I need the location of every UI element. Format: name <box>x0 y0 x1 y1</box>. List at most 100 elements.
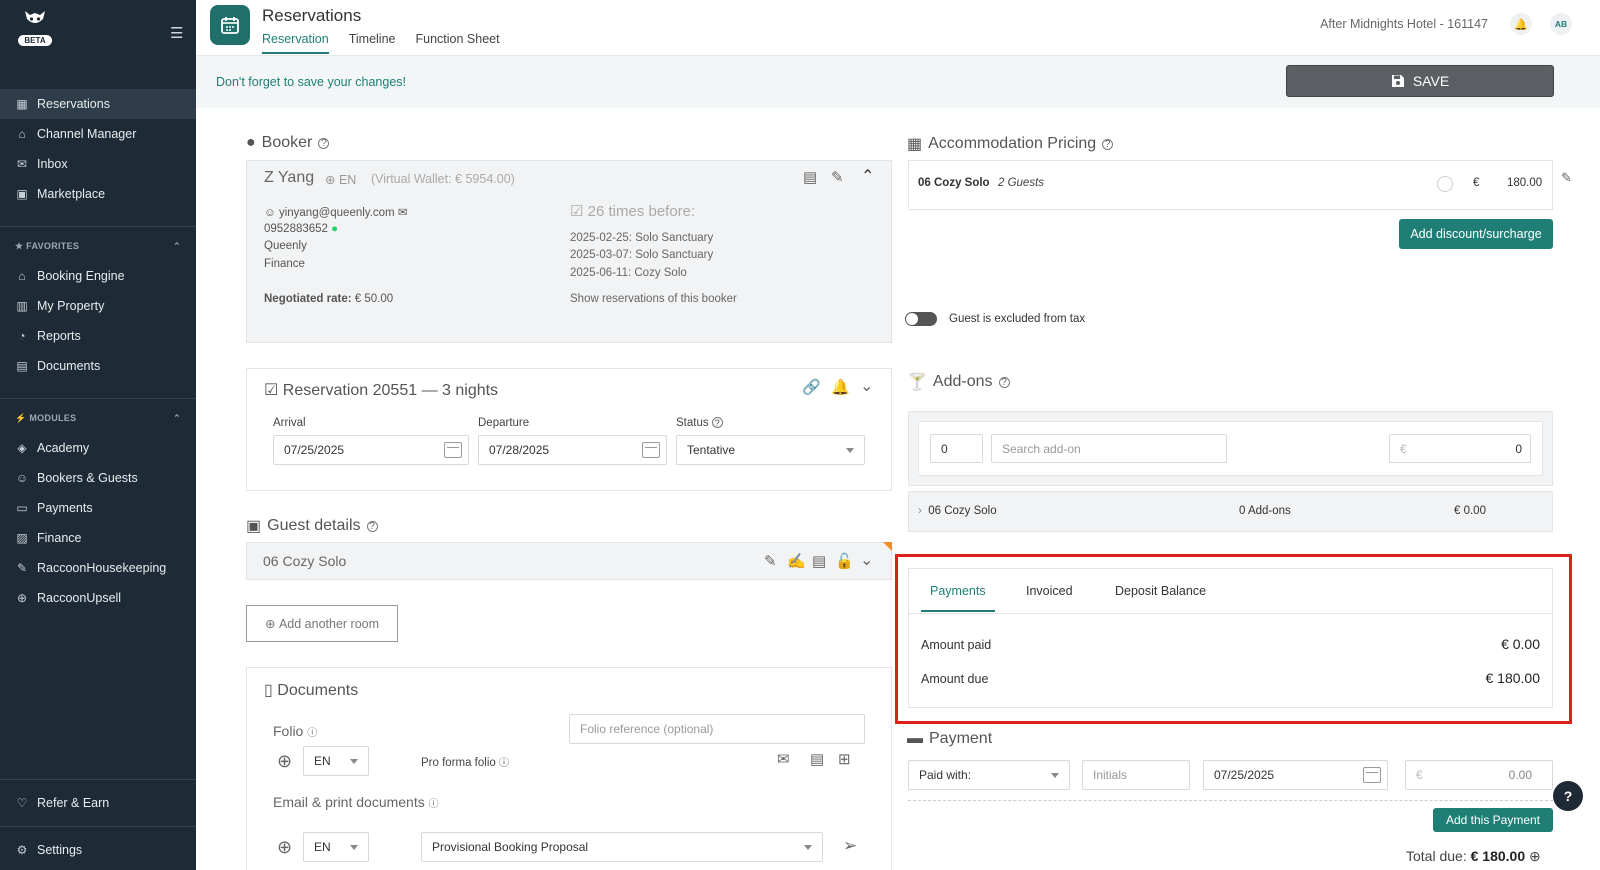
departure-date-input[interactable]: 07/28/2025 <box>478 435 667 465</box>
payment-date-value: 07/25/2025 <box>1214 768 1275 782</box>
chevron-up-icon: ⌃ <box>173 413 181 423</box>
sidebar-item-label: Booking Engine <box>37 269 125 283</box>
payment-title: Payment <box>929 730 993 747</box>
help-icon[interactable]: ⓘ <box>429 799 439 810</box>
sidebar-item-academy[interactable]: ◈ Academy <box>0 433 196 463</box>
addon-price-input[interactable]: €0 <box>1389 434 1531 463</box>
folio-language-select[interactable]: EN <box>303 746 369 776</box>
email-language-select[interactable]: EN <box>303 832 369 862</box>
raccoon-logo[interactable]: BETA <box>14 10 56 46</box>
bell-icon[interactable]: 🔔 <box>1510 13 1532 35</box>
payment-date-input[interactable]: 07/25/2025 <box>1203 760 1388 790</box>
history-item[interactable]: 2025-06-11: Cozy Solo <box>570 267 687 279</box>
booker-phone: 0952883652 <box>264 223 328 235</box>
help-icon[interactable]: ? <box>1102 138 1114 150</box>
sidebar-item-my-property[interactable]: ▥ My Property <box>0 291 196 321</box>
highlight-box <box>895 554 1572 724</box>
tab-reservation[interactable]: Reservation <box>262 32 329 54</box>
help-icon[interactable]: ? <box>318 137 330 149</box>
modules-section-header[interactable]: ⚡ MODULES ⌃ <box>15 413 181 424</box>
menu-icon[interactable]: ☰ <box>170 24 183 42</box>
addons-summary-row[interactable]: › 06 Cozy Solo 0 Add-ons € 0.00 <box>908 491 1553 532</box>
clipboard-icon[interactable]: ▤ <box>812 552 826 570</box>
link-icon[interactable]: 🔗 <box>802 378 821 396</box>
document-template-select[interactable]: Provisional Booking Proposal <box>421 832 823 862</box>
help-icon[interactable]: ? <box>366 520 378 532</box>
folio-reference-input[interactable]: Folio reference (optional) <box>569 714 865 744</box>
sidebar-item-housekeeping[interactable]: ✎ RaccoonHousekeeping <box>0 553 196 583</box>
sidebar-item-bookers-guests[interactable]: ☺ Bookers & Guests <box>0 463 196 493</box>
sidebar-item-payments[interactable]: ▭ Payments <box>0 493 196 523</box>
calendar-icon[interactable] <box>444 442 462 458</box>
help-icon[interactable]: ⓘ <box>499 758 509 769</box>
sidebar-item-reports[interactable]: ◔ Reports <box>0 321 196 351</box>
chevron-down-icon[interactable]: ⌄ <box>860 550 873 570</box>
sidebar-item-settings[interactable]: ⚙ Settings <box>0 835 196 865</box>
help-icon[interactable]: ⓘ <box>307 728 317 739</box>
arrival-date-input[interactable]: 07/25/2025 <box>273 435 469 465</box>
pencil-icon[interactable]: ✎ <box>764 552 777 570</box>
search-addon-input[interactable]: Search add-on <box>991 434 1227 463</box>
send-icon[interactable]: ➢ <box>843 836 857 856</box>
history-item[interactable]: 2025-02-25: Solo Sanctuary <box>570 232 713 244</box>
mail-icon[interactable]: ✉ <box>398 207 408 219</box>
booker-name[interactable]: Z Yang <box>264 169 314 187</box>
help-icon[interactable]: ? <box>998 376 1010 388</box>
calendar-icon[interactable] <box>642 442 660 458</box>
sidebar-item-refer-earn[interactable]: ♡ Refer & Earn <box>0 788 196 818</box>
tab-timeline[interactable]: Timeline <box>349 32 396 54</box>
sidebar-item-documents[interactable]: ▤ Documents <box>0 351 196 381</box>
status-value: Tentative <box>687 443 736 457</box>
help-icon[interactable]: ? <box>711 417 723 428</box>
payment-amount-input[interactable]: €0.00 <box>1405 760 1553 790</box>
paid-with-select[interactable]: Paid with: <box>908 760 1070 790</box>
sidebar-item-booking-engine[interactable]: ⌂ Booking Engine <box>0 261 196 291</box>
floppy-icon <box>1391 75 1404 87</box>
file-plus-icon[interactable]: ⊞ <box>838 750 851 768</box>
sidebar-item-marketplace[interactable]: ▣ Marketplace <box>0 179 196 209</box>
exclude-tax-toggle[interactable] <box>905 312 937 326</box>
help-button[interactable]: ? <box>1553 781 1583 811</box>
sidebar-item-reservations[interactable]: ▦ Reservations <box>0 89 196 119</box>
arrow-up-circle-icon[interactable]: ⊕ <box>1529 848 1541 864</box>
pricing-amount[interactable]: 180.00 <box>1507 177 1542 189</box>
history-item[interactable]: 2025-03-07: Solo Sanctuary <box>570 249 713 261</box>
add-payment-button[interactable]: Add this Payment <box>1433 808 1553 832</box>
initials-input[interactable]: Initials <box>1082 760 1190 790</box>
avatar[interactable]: AB <box>1550 13 1572 35</box>
add-discount-surcharge-button[interactable]: Add discount/surcharge <box>1399 219 1553 249</box>
file-text-icon[interactable]: ▤ <box>810 750 824 768</box>
addon-price-value: 0 <box>1515 441 1522 456</box>
chevron-down-icon <box>1051 773 1059 778</box>
sidebar-item-finance[interactable]: ▨ Finance <box>0 523 196 553</box>
booking-engine-icon: ⌂ <box>18 269 26 283</box>
edit-note-icon[interactable]: ✍ <box>787 552 806 570</box>
bell-icon[interactable]: 🔔 <box>831 378 850 396</box>
unlock-icon[interactable]: 🔓 <box>835 552 854 570</box>
status-select[interactable]: Tentative <box>676 435 865 465</box>
show-reservations-link[interactable]: Show reservations of this booker <box>570 293 737 305</box>
whatsapp-icon[interactable]: ● <box>331 223 338 235</box>
add-another-room-button[interactable]: ⊕ Add another room <box>246 605 398 642</box>
sidebar-item-upsell[interactable]: ⊕ RaccoonUpsell <box>0 583 196 613</box>
payment-section-title: ▬ Payment <box>907 730 992 748</box>
booker-email[interactable]: yinyang@queenly.com <box>279 207 395 219</box>
envelope-icon[interactable]: ✉ <box>777 750 790 768</box>
document-icon[interactable]: ▤ <box>803 168 817 186</box>
reservation-nights: 3 nights <box>442 382 499 399</box>
tab-function-sheet[interactable]: Function Sheet <box>415 32 499 54</box>
chevron-up-icon[interactable]: ⌃ <box>861 166 874 186</box>
sidebar-item-label: RaccoonUpsell <box>37 591 122 605</box>
hotel-selector[interactable]: After Midnights Hotel - 161147 <box>1320 17 1488 31</box>
chevron-down-icon[interactable]: ⌄ <box>860 376 873 396</box>
radio-button[interactable] <box>1437 176 1453 192</box>
pencil-icon[interactable]: ✎ <box>831 168 844 186</box>
calendar-icon[interactable] <box>1363 767 1381 783</box>
guest-room-row[interactable]: 06 Cozy Solo ✎ ✍ ▤ 🔓 ⌄ <box>246 542 892 580</box>
sidebar-item-inbox[interactable]: ✉ Inbox <box>0 149 196 179</box>
addon-quantity-input[interactable]: 0 <box>930 434 983 463</box>
save-button[interactable]: SAVE <box>1286 65 1554 97</box>
pencil-icon[interactable]: ✎ <box>1561 170 1572 186</box>
sidebar-item-channel-manager[interactable]: ⌂ Channel Manager <box>0 119 196 149</box>
favorites-section-header[interactable]: ★ FAVORITES ⌃ <box>15 241 181 252</box>
